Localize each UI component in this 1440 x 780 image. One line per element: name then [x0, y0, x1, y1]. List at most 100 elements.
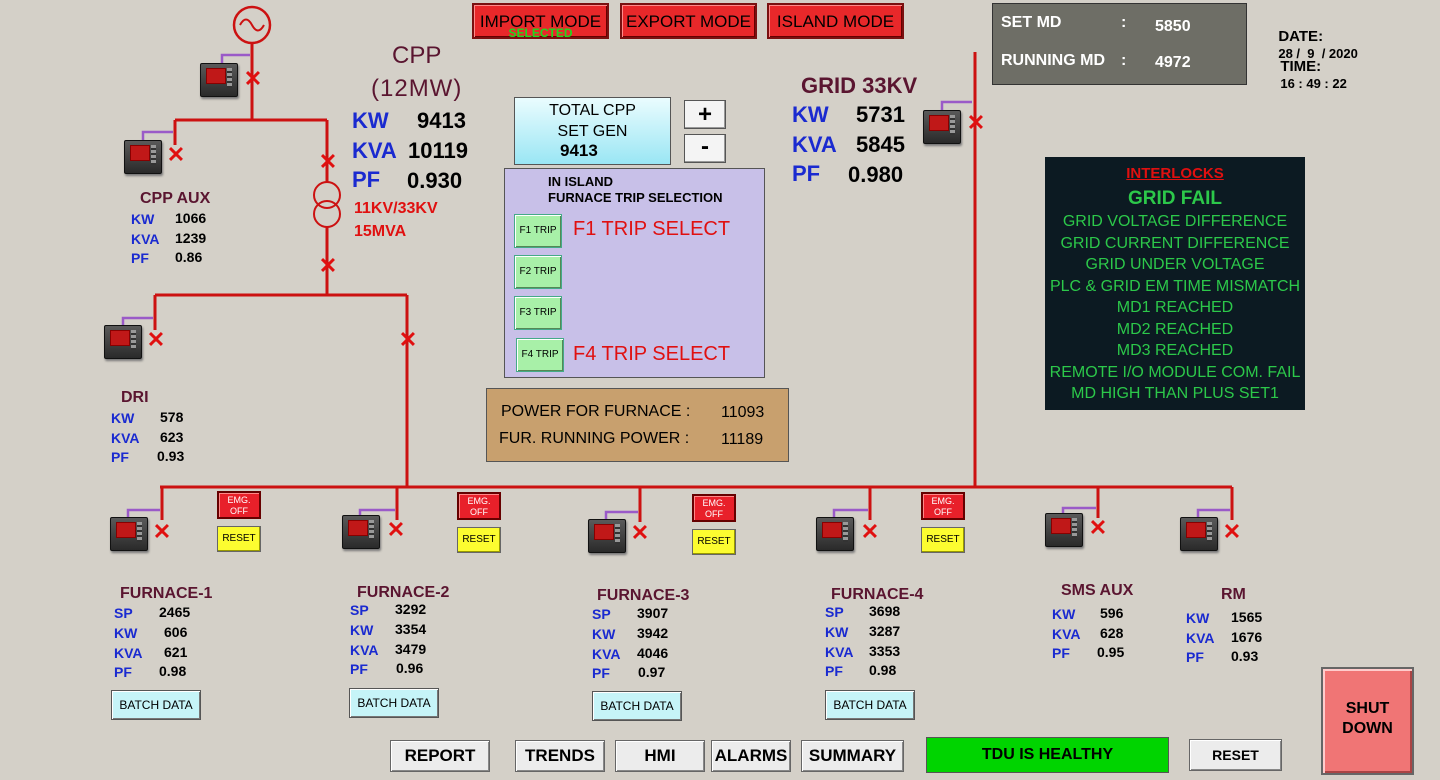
transformer-ratio: 11KV/33KV [354, 200, 438, 217]
f1-trip-button[interactable]: F1 TRIP [514, 214, 562, 248]
energy-meter-icon[interactable] [104, 325, 142, 359]
export-mode-button[interactable]: EXPORT MODE [620, 3, 757, 39]
emg-off-button-f3[interactable]: EMG. OFF [692, 494, 736, 522]
furnace-3-kva-label: KVA [592, 646, 621, 662]
furnace-3-title: FURNACE-3 [597, 587, 690, 604]
sms-aux-kva-value: 628 [1100, 625, 1124, 641]
alarms-button[interactable]: ALARMS [711, 740, 791, 772]
tdu-status: TDU IS HEALTHY [926, 737, 1169, 773]
cpp-pf-value: 0.930 [407, 168, 463, 193]
interlock-item: GRID VOLTAGE DIFFERENCE [1062, 213, 1288, 230]
reset-button-f4[interactable]: RESET [921, 527, 965, 553]
furnace-2-kva-value: 3479 [395, 641, 427, 657]
breaker-icon[interactable]: ✕ [1222, 521, 1242, 543]
power-for-furnace-label: POWER FOR FURNACE : [501, 403, 691, 420]
furnace-4-title: FURNACE-4 [831, 586, 924, 603]
energy-meter-icon[interactable] [124, 140, 162, 174]
energy-meter-icon[interactable] [110, 517, 148, 551]
breaker-icon[interactable]: ✕ [152, 521, 172, 543]
f3-trip-button[interactable]: F3 TRIP [514, 296, 562, 330]
interlock-item: MD1 REACHED [1116, 299, 1234, 316]
energy-meter-icon[interactable] [816, 517, 854, 551]
interlocks-title: INTERLOCKS [1126, 165, 1224, 182]
breaker-icon[interactable]: ✕ [243, 68, 263, 90]
dri-kw-label: KW [111, 410, 135, 426]
furnace-3-batch-data-button[interactable]: BATCH DATA [592, 691, 682, 721]
furnace-2-title: FURNACE-2 [357, 584, 450, 601]
breaker-icon[interactable]: ✕ [386, 519, 406, 541]
dri-kva-label: KVA [111, 430, 140, 446]
cpp-aux-kw-label: KW [131, 211, 155, 227]
grid-title: GRID 33KV [801, 73, 918, 98]
breaker-icon[interactable]: ✕ [630, 522, 650, 544]
furnace-4-pf-value: 0.98 [869, 662, 897, 678]
set-md-label: SET MD [1001, 14, 1062, 31]
energy-meter-icon[interactable] [200, 63, 238, 97]
sms-aux-kw-value: 596 [1100, 605, 1124, 621]
energy-meter-icon[interactable] [923, 110, 961, 144]
furnace-1-sp-label: SP [114, 605, 133, 621]
running-md-label: RUNNING MD [1001, 52, 1105, 69]
trends-button[interactable]: TRENDS [515, 740, 605, 772]
grid-pf-value: 0.980 [848, 162, 904, 187]
furnace-2-sp-value: 3292 [395, 601, 427, 617]
furnace-4-sp-value: 3698 [869, 603, 901, 619]
furnace-4-batch-data-button[interactable]: BATCH DATA [825, 690, 915, 720]
reset-button-f2[interactable]: RESET [457, 527, 501, 553]
breaker-icon[interactable]: ✕ [1088, 517, 1108, 539]
increase-gen-button[interactable]: + [684, 100, 726, 129]
sms-aux-title: SMS AUX [1061, 582, 1134, 599]
sms-aux-pf-label: PF [1052, 645, 1070, 661]
shutdown-button[interactable]: SHUT DOWN [1321, 667, 1414, 775]
furnace-4-sp-label: SP [825, 604, 844, 620]
furnace-1-batch-data-button[interactable]: BATCH DATA [111, 690, 201, 720]
island-mode-button[interactable]: ISLAND MODE [767, 3, 904, 39]
hmi-button[interactable]: HMI [615, 740, 705, 772]
furnace-3-pf-label: PF [592, 665, 610, 681]
breaker-icon[interactable]: ✕ [166, 144, 186, 166]
furnace-2-pf-value: 0.96 [396, 660, 424, 676]
breaker-icon[interactable]: ✕ [860, 521, 880, 543]
f2-trip-button[interactable]: F2 TRIP [514, 255, 562, 289]
dri-kw-value: 578 [160, 409, 184, 425]
import-mode-button[interactable]: IMPORT MODE SELECTED [472, 3, 609, 40]
dri-pf-label: PF [111, 449, 129, 465]
interlock-item: REMOTE I/O MODULE COM. FAIL [1049, 363, 1301, 381]
reset-button-f1[interactable]: RESET [217, 526, 261, 552]
decrease-gen-button[interactable]: - [684, 134, 726, 163]
cpp-aux-title: CPP AUX [140, 190, 211, 207]
emg-off-button-f4[interactable]: EMG. OFF [921, 492, 965, 520]
rm-title: RM [1221, 586, 1246, 603]
emg-off-button-f2[interactable]: EMG. OFF [457, 492, 501, 520]
energy-meter-icon[interactable] [342, 515, 380, 549]
energy-meter-icon[interactable] [588, 519, 626, 553]
furnace-4-kva-label: KVA [825, 644, 854, 660]
breaker-icon[interactable]: ✕ [966, 112, 986, 134]
interlock-item: MD2 REACHED [1116, 320, 1234, 338]
energy-meter-icon[interactable] [1180, 517, 1218, 551]
rm-kva-value: 1676 [1231, 629, 1263, 645]
summary-button[interactable]: SUMMARY [801, 740, 904, 772]
breaker-icon[interactable]: ✕ [318, 255, 338, 277]
reset-button-f3[interactable]: RESET [692, 529, 736, 555]
reset-button[interactable]: RESET [1189, 739, 1282, 771]
furnace-3-sp-value: 3907 [637, 605, 669, 621]
breaker-icon[interactable]: ✕ [146, 329, 166, 351]
interlock-item: MD HIGH THAN PLUS SET1 [1071, 385, 1279, 402]
report-button[interactable]: REPORT [390, 740, 490, 772]
cpp-aux-kw-value: 1066 [175, 210, 207, 226]
sms-aux-kw-label: KW [1052, 606, 1076, 622]
furnace-1-pf-label: PF [114, 664, 132, 680]
running-md-sep: : [1121, 52, 1127, 69]
furnace-2-batch-data-button[interactable]: BATCH DATA [349, 688, 439, 718]
breaker-icon[interactable]: ✕ [318, 151, 338, 173]
furnace-3-kva-value: 4046 [637, 645, 669, 661]
time-label: TIME: [1280, 58, 1322, 75]
grid-kva-value: 5845 [856, 132, 905, 157]
md-panel: SET MD : 5850 RUNNING MD : 4972 [992, 3, 1247, 85]
f4-trip-button[interactable]: F4 TRIP [516, 338, 564, 372]
emg-off-button-f1[interactable]: EMG. OFF [217, 491, 261, 519]
energy-meter-icon[interactable] [1045, 513, 1083, 547]
furnace-1-kw-value: 606 [164, 624, 188, 640]
breaker-icon[interactable]: ✕ [398, 329, 418, 351]
